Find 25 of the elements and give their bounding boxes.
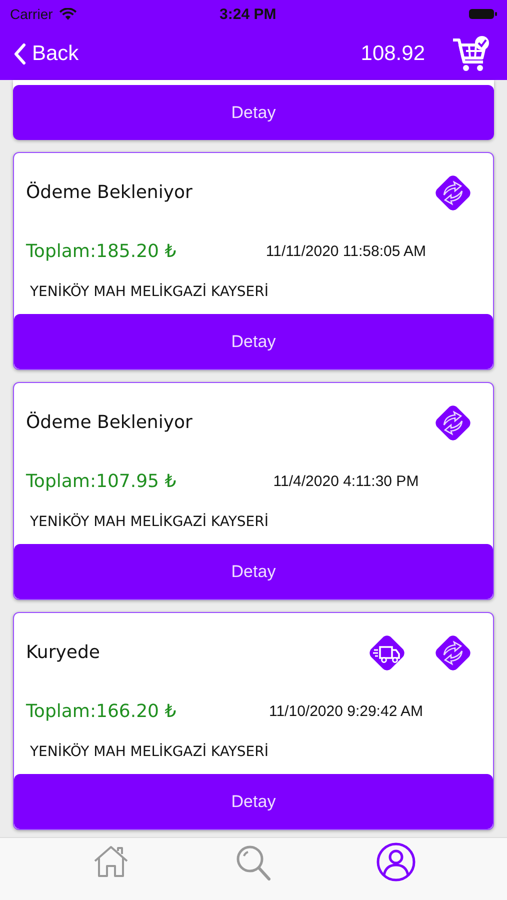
detail-button[interactable]: Detay: [14, 314, 493, 369]
detail-button[interactable]: Detay: [14, 774, 493, 829]
order-address: YENİKÖY MAH MELİKGAZİ KAYSERİ: [29, 282, 270, 302]
order-date: 11/4/2020 4:11:30 PM: [272, 472, 420, 490]
order-total: Toplam:185.20 ₺: [26, 240, 178, 262]
profile-icon[interactable]: [376, 842, 416, 882]
order-status: Ödeme Bekleniyor: [26, 412, 192, 433]
battery-icon: [469, 8, 497, 20]
detail-button[interactable]: Detay: [13, 85, 494, 140]
order-status: Ödeme Bekleniyor: [26, 182, 192, 203]
status-time: 3:24 PM: [218, 6, 278, 22]
order-date: 11/10/2020 9:29:42 AM: [268, 702, 424, 720]
order-status: Kuryede: [26, 642, 100, 663]
back-button[interactable]: Back: [14, 42, 79, 66]
chevron-left-icon: [14, 43, 26, 65]
cart-icon[interactable]: [451, 34, 491, 74]
balance-amount: 108.92: [360, 42, 425, 66]
detail-button[interactable]: Detay: [14, 544, 493, 599]
wifi-icon: [58, 8, 77, 20]
carrier-name: Carrier: [10, 6, 53, 22]
order-total: Toplam:166.20 ₺: [26, 700, 178, 722]
order-date: 11/11/2020 11:58:05 AM: [264, 242, 428, 260]
order-total: Toplam:107.95 ₺: [26, 470, 178, 492]
order-address: YENİKÖY MAH MELİKGAZİ KAYSERİ: [29, 512, 270, 532]
order-address: YENİKÖY MAH MELİKGAZİ KAYSERİ: [29, 742, 270, 762]
